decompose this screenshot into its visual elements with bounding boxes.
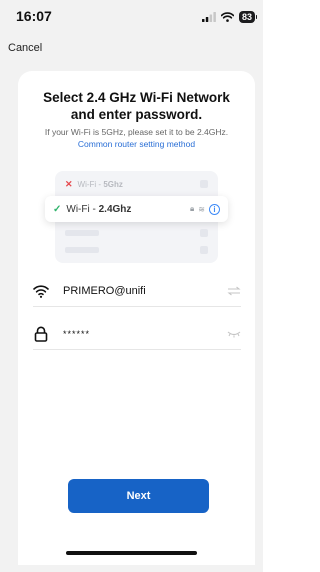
cross-icon: ✕ — [65, 178, 73, 189]
status-bar: 16:07 83 — [0, 0, 263, 34]
wifi-small-icon: ≋ — [198, 204, 205, 214]
switch-network-icon[interactable] — [227, 286, 241, 296]
page-title-line1: Select 2.4 GHz Wi-Fi Network — [43, 90, 230, 105]
illustration-row-5ghz: ✕ Wi-Fi - 5Ghz — [65, 175, 208, 193]
cancel-button[interactable]: Cancel — [8, 42, 42, 54]
router-settings-link[interactable]: Common router setting method — [18, 139, 255, 150]
illustration-row-icons: 🔒︎ ≋ i — [190, 203, 220, 215]
illustration-placeholder — [200, 180, 208, 188]
illustration-placeholder — [200, 229, 208, 237]
wifi-illustration: ✕ Wi-Fi - 5Ghz ✓ Wi-Fi - 2.4Ghz 🔒︎ ≋ i — [45, 171, 228, 263]
lock-small-icon: 🔒︎ — [190, 204, 195, 213]
status-icons: 83 — [201, 10, 258, 24]
page-title: Select 2.4 GHz Wi-Fi Network and enter p… — [18, 89, 255, 123]
info-icon: i — [209, 203, 220, 215]
home-indicator — [66, 551, 197, 555]
battery-icon: 83 — [238, 11, 258, 23]
illustration-placeholder — [200, 246, 208, 254]
illustration-placeholder-row — [65, 241, 208, 259]
illustration-5ghz-label: Wi-Fi - 5Ghz — [77, 179, 123, 189]
band-hint-text: If your Wi-Fi is 5GHz, please set it to … — [44, 127, 229, 137]
illustration-placeholder — [65, 230, 99, 236]
password-value: ****** — [63, 328, 91, 339]
wifi-icon — [33, 284, 49, 298]
eye-closed-icon[interactable] — [227, 330, 241, 338]
lock-icon — [34, 326, 48, 342]
wifi-network-name: PRIMERO@unifi — [63, 284, 146, 297]
password-field[interactable]: ****** — [33, 318, 241, 350]
illustration-placeholder — [65, 247, 99, 253]
illustration-placeholder-row — [65, 224, 208, 242]
page-title-line2: and enter password. — [70, 107, 203, 122]
wifi-network-field[interactable]: PRIMERO@unifi — [33, 275, 241, 307]
screen: 16:07 83 Cancel Select 2.4 GHz Wi-Fi Net… — [0, 0, 263, 572]
content-card: Select 2.4 GHz Wi-Fi Network and enter p… — [18, 71, 255, 565]
cellular-signal-icon — [201, 12, 216, 22]
wifi-status-icon — [220, 12, 234, 22]
status-time: 16:07 — [16, 8, 52, 24]
next-button[interactable]: Next — [68, 479, 209, 513]
check-icon: ✓ — [53, 203, 62, 215]
illustration-24ghz-label: Wi-Fi - 2.4Ghz — [66, 203, 132, 215]
illustration-row-24ghz: ✓ Wi-Fi - 2.4Ghz 🔒︎ ≋ i — [45, 196, 228, 222]
